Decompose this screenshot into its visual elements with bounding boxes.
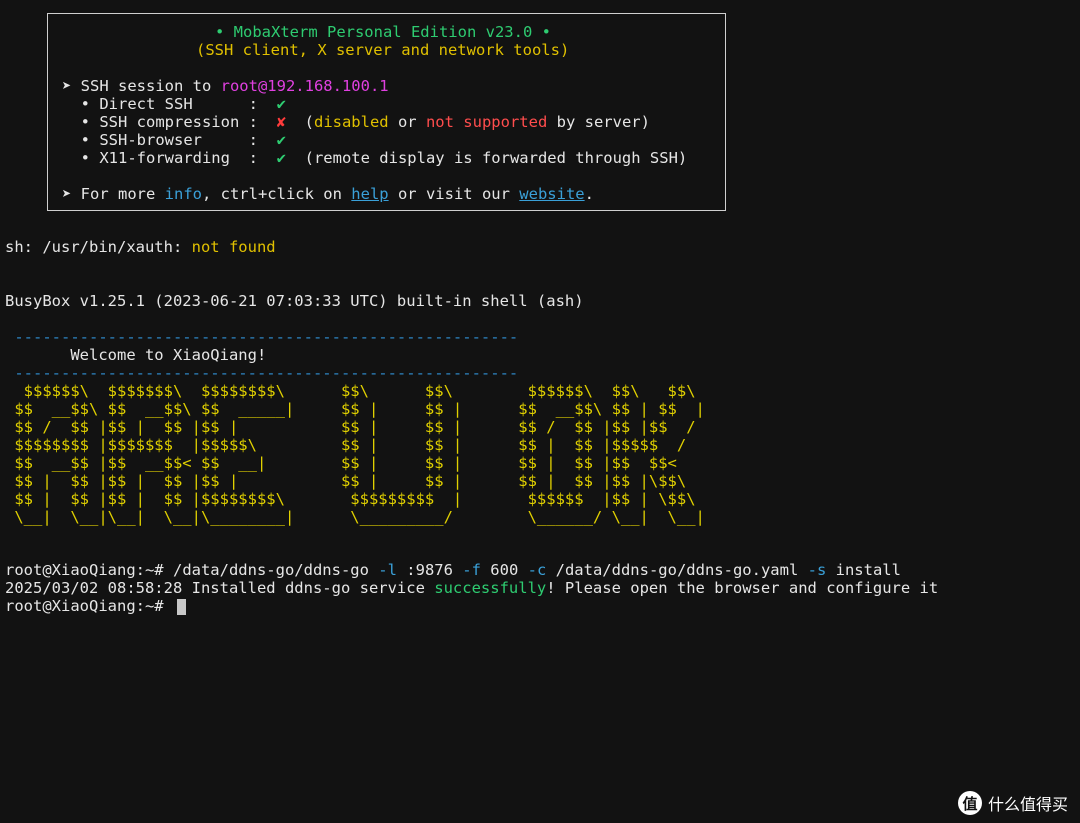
ssh-browser-line: • SSH-browser : ✔: [62, 131, 286, 149]
banner-subtitle: (SSH client, X server and network tools): [196, 41, 570, 59]
check-icon: ✔: [276, 95, 286, 113]
dash-line-top: ----------------------------------------…: [5, 328, 519, 346]
command-line: root@XiaoQiang:~# /data/ddns-go/ddns-go …: [5, 561, 901, 579]
ascii-art-line: $$$$$$$$ |$$$$$$$ |$$$$$\ $$ | $$ | $$ |…: [5, 436, 687, 454]
x11-forwarding-line: • X11-forwarding : ✔ (remote display is …: [62, 149, 688, 167]
ascii-art-line: $$ __$$ |$$ __$$< $$ __| $$ | $$ | $$ | …: [5, 454, 677, 472]
dash-line-bottom: ----------------------------------------…: [5, 364, 519, 382]
install-result-line: 2025/03/02 08:58:28 Installed ddns-go se…: [5, 579, 939, 597]
xauth-status: not found: [191, 238, 276, 256]
terminal-cursor: [177, 599, 186, 615]
ssh-compression-line: • SSH compression : ✘ (disabled or not s…: [62, 113, 650, 131]
ssh-session-line: ➤ SSH session to root@192.168.100.1: [62, 77, 389, 95]
busybox-line: BusyBox v1.25.1 (2023-06-21 07:03:33 UTC…: [5, 292, 584, 310]
ascii-art-line: $$$$$$\ $$$$$$$\ $$$$$$$$\ $$\ $$\ $$$$$…: [5, 382, 696, 400]
check-icon: ✔: [276, 149, 286, 167]
watermark: 值 什么值得买: [957, 791, 1068, 815]
welcome-line: Welcome to XiaoQiang!: [5, 346, 267, 364]
shell-prompt: root@XiaoQiang:~#: [5, 561, 173, 579]
ascii-art-line: $$ | $$ |$$ | $$ |$$ | $$ | $$ | $$ | $$…: [5, 472, 687, 490]
website-link[interactable]: website: [519, 185, 584, 203]
ascii-art-line: $$ | $$ |$$ | $$ |$$$$$$$$\ $$$$$$$$$ | …: [5, 490, 696, 508]
info-link[interactable]: info: [165, 185, 202, 203]
more-info-line: ➤ For more info, ctrl+click on help or v…: [62, 185, 594, 203]
cross-icon: ✘: [276, 113, 286, 131]
success-text: successfully: [434, 579, 547, 597]
xauth-line: sh: /usr/bin/xauth: not found: [5, 238, 276, 256]
session-target: root@192.168.100.1: [220, 77, 389, 95]
shell-prompt: root@XiaoQiang:~#: [5, 597, 173, 615]
help-link[interactable]: help: [351, 185, 388, 203]
ascii-art-line: $$ / $$ |$$ | $$ |$$ | $$ | $$ | $$ / $$…: [5, 418, 696, 436]
ascii-art-line: $$ __$$\ $$ __$$\ $$ _____| $$ | $$ | $$…: [5, 400, 705, 418]
active-prompt-line[interactable]: root@XiaoQiang:~#: [5, 597, 173, 615]
direct-ssh-line: • Direct SSH : ✔: [62, 95, 286, 113]
disabled-text: disabled: [313, 113, 389, 131]
banner-title: • MobaXterm Personal Edition v23.0 •: [215, 23, 551, 41]
smzdm-logo-icon: 值: [957, 791, 982, 815]
check-icon: ✔: [276, 131, 286, 149]
not-supported-text: not supported: [425, 113, 548, 131]
watermark-text: 什么值得买: [987, 795, 1068, 814]
ascii-art-line: \__| \__|\__| \__|\________| \_________/…: [5, 508, 705, 526]
